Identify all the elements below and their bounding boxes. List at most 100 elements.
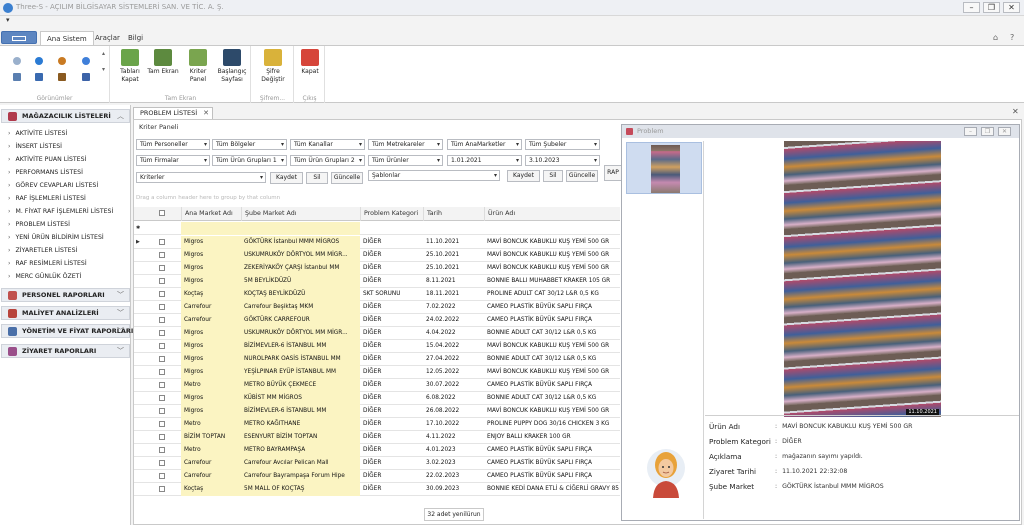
cell-ana-market[interactable]: Migros bbox=[181, 275, 241, 288]
cell-tarih[interactable]: 8.11.2021 bbox=[423, 275, 484, 288]
cell-ana-market[interactable]: Migros bbox=[181, 236, 241, 249]
row-checkbox[interactable] bbox=[159, 473, 165, 479]
cell-ana-market[interactable]: BİZİM TOPTAN bbox=[181, 431, 241, 444]
criteria-panel-button[interactable]: Kriter Panel bbox=[181, 49, 215, 84]
cell-problem-kategori[interactable]: DİĞER bbox=[360, 249, 423, 262]
sidebar-item-aktivite[interactable]: AKTİVİTE LİSTESİ bbox=[8, 130, 67, 137]
report-button[interactable]: RAP bbox=[604, 165, 622, 181]
cell-ana-market[interactable]: Migros bbox=[181, 405, 241, 418]
cell-tarih[interactable]: 4.04.2022 bbox=[423, 327, 484, 340]
table-row[interactable]: Koçtaş 5M MALL OF KOÇTAŞ DİĞER 30.09.2023 BO… bbox=[134, 483, 620, 496]
change-password-button[interactable]: Şifre Değiştir bbox=[256, 49, 290, 84]
cell-urun-adi[interactable]: PROLINE PUPPY DOG 30/16 CHICKEN 3 KG bbox=[484, 418, 620, 431]
section-personel[interactable]: PERSONEL RAPORLARI ﹀ bbox=[1, 288, 130, 302]
table-row[interactable]: Migros USKUMRUKÖY DÖRTYOL MM MİGR... DİĞER… bbox=[134, 327, 620, 340]
cell-urun-adi[interactable]: BONNIE ADULT CAT 30/12 L&R 0,5 KG bbox=[484, 392, 620, 405]
sidebar-item-insert[interactable]: İNSERT LİSTESİ bbox=[8, 143, 62, 150]
column-header-ana-market[interactable]: Ana Market Adı bbox=[181, 207, 241, 221]
cell-problem-kategori[interactable]: SKT SORUNU bbox=[360, 288, 423, 301]
cell-urun-adi[interactable]: MAVİ BONCUK KABUKLU KUŞ YEMİ 500 GR bbox=[484, 249, 620, 262]
start-date-field[interactable]: 1.01.2021 bbox=[447, 155, 522, 166]
table-row[interactable]: Metro METRO KAĞITHANE DİĞER 17.10.2022 PROLI… bbox=[134, 418, 620, 431]
row-checkbox[interactable] bbox=[159, 252, 165, 258]
full-screen-button[interactable]: Tam Ekran bbox=[146, 49, 180, 76]
row-checkbox[interactable] bbox=[159, 460, 165, 466]
table-row[interactable]: Migros USKUMRUKÖY DÖRTYOL MM MİGR... DİĞER… bbox=[134, 249, 620, 262]
sidebar-item-m-fiyat-raf[interactable]: M. FİYAT RAF İŞLEMLERİ LİSTESİ bbox=[8, 208, 113, 215]
cell-problem-kategori[interactable]: DİĞER bbox=[360, 483, 423, 496]
cell-tarih[interactable]: 30.07.2022 bbox=[423, 379, 484, 392]
table-row[interactable]: Carrefour Carrefour Bayrampaşa Forum Hipe… bbox=[134, 470, 620, 483]
start-page-button[interactable]: Başlangıç Sayfası bbox=[215, 49, 249, 84]
row-checkbox[interactable] bbox=[159, 408, 165, 414]
product-group2-filter[interactable]: Tüm Ürün Grupları 2 bbox=[290, 155, 365, 166]
view-icon-5[interactable] bbox=[13, 73, 21, 81]
area-filter[interactable]: Tüm Metrekareler bbox=[368, 139, 443, 150]
close-window-button[interactable]: ✕ bbox=[1003, 2, 1020, 13]
cell-sube-market[interactable]: USKUMRUKÖY DÖRTYOL MM MİGR... bbox=[241, 249, 360, 262]
scroll-up-icon[interactable]: ▴ bbox=[102, 50, 105, 57]
cell-ana-market[interactable]: Carrefour bbox=[181, 301, 241, 314]
row-checkbox[interactable] bbox=[159, 356, 165, 362]
filter-row[interactable]: ✱ bbox=[134, 222, 620, 235]
product-filter[interactable]: Tüm Ürünler bbox=[368, 155, 443, 166]
cell-ana-market[interactable]: Metro bbox=[181, 444, 241, 457]
close-document-icon[interactable]: ✕ bbox=[1012, 107, 1019, 116]
tab-ana-sistem[interactable]: Ana Sistem bbox=[40, 31, 94, 45]
cell-urun-adi[interactable]: MAVİ BONCUK KABUKLU KUŞ YEMİ 500 GR bbox=[484, 366, 620, 379]
cell-sube-market[interactable]: BİZİMEVLER-6 İSTANBUL MM bbox=[241, 405, 360, 418]
row-checkbox[interactable] bbox=[159, 434, 165, 440]
cell-sube-market[interactable]: KOÇTAŞ BEYLİKDÜZÜ bbox=[241, 288, 360, 301]
cell-sube-market[interactable]: METRO BÜYÜK ÇEKMECE bbox=[241, 379, 360, 392]
cell-tarih[interactable]: 3.02.2023 bbox=[423, 457, 484, 470]
table-row[interactable]: Migros ZEKERİYAKÖY ÇARŞI İstanbul MM DİĞER… bbox=[134, 262, 620, 275]
section-maliyet[interactable]: MALİYET ANALİZLERİ ﹀ bbox=[1, 306, 130, 320]
column-header-sube-market[interactable]: Şube Market Adı bbox=[241, 207, 360, 221]
view-icon-2[interactable] bbox=[35, 57, 43, 65]
cell-urun-adi[interactable]: MAVİ BONCUK KABUKLU KUŞ YEMİ 500 GR bbox=[484, 405, 620, 418]
table-row[interactable]: Koçtaş KOÇTAŞ BEYLİKDÜZÜ SKT SORUNU 18.11.2… bbox=[134, 288, 620, 301]
cell-sube-market[interactable]: ESENYURT BİZİM TOPTAN bbox=[241, 431, 360, 444]
column-header-problem-kategori[interactable]: Problem Kategori bbox=[360, 207, 423, 221]
cell-ana-market[interactable]: Carrefour bbox=[181, 470, 241, 483]
cell-tarih[interactable]: 30.09.2023 bbox=[423, 483, 484, 496]
cell-tarih[interactable]: 15.04.2022 bbox=[423, 340, 484, 353]
quick-access-dropdown-icon[interactable]: ▾ bbox=[6, 16, 10, 28]
close-tab-icon[interactable]: ✕ bbox=[203, 108, 209, 119]
cell-urun-adi[interactable]: CAMEO PLASTİK BÜYÜK SAPLI FIRÇA bbox=[484, 457, 620, 470]
cell-tarih[interactable]: 17.10.2022 bbox=[423, 418, 484, 431]
help-icon[interactable]: ? bbox=[1010, 33, 1014, 42]
table-row[interactable]: Carrefour GÖKTÜRK CARREFOUR DİĞER 24.02.202… bbox=[134, 314, 620, 327]
cell-ana-market[interactable]: Metro bbox=[181, 418, 241, 431]
cell-urun-adi[interactable]: PROLINE ADULT CAT 30/12 L&R 0,5 KG bbox=[484, 288, 620, 301]
cell-sube-market[interactable]: METRO KAĞITHANE bbox=[241, 418, 360, 431]
main-market-filter[interactable]: Tüm AnaMarketler bbox=[447, 139, 522, 150]
table-row[interactable]: Migros BİZİMEVLER-6 İSTANBUL MM DİĞER 15.04… bbox=[134, 340, 620, 353]
cell-ana-market[interactable]: Migros bbox=[181, 249, 241, 262]
update-criteria-button[interactable]: Güncelle bbox=[331, 172, 363, 184]
scroll-down-icon[interactable]: ▾ bbox=[102, 66, 105, 73]
cell-sube-market[interactable]: Carrefour Beşiktaş MKM bbox=[241, 301, 360, 314]
row-checkbox[interactable] bbox=[159, 343, 165, 349]
cell-urun-adi[interactable]: MAVİ BONCUK KABUKLU KUŞ YEMİ 500 GR bbox=[484, 236, 620, 249]
cell-sube-market[interactable]: NUROLPARK OASİS İSTANBUL MM bbox=[241, 353, 360, 366]
cell-ana-market[interactable]: Carrefour bbox=[181, 457, 241, 470]
tab-problem-listesi[interactable]: PROBLEM LİSTESİ ✕ bbox=[133, 107, 213, 119]
cell-sube-market[interactable]: ZEKERİYAKÖY ÇARŞI İstanbul MM bbox=[241, 262, 360, 275]
end-date-field[interactable]: 3.10.2023 bbox=[525, 155, 600, 166]
cell-tarih[interactable]: 22.02.2023 bbox=[423, 470, 484, 483]
cell-ana-market[interactable]: Koçtaş bbox=[181, 288, 241, 301]
table-row[interactable]: Carrefour Carrefour Avcılar Pelican Mall D… bbox=[134, 457, 620, 470]
cell-tarih[interactable]: 25.10.2021 bbox=[423, 262, 484, 275]
sidebar-item-gorev-cevaplari[interactable]: GÖREV CEVAPLARI LİSTESİ bbox=[8, 182, 98, 189]
cell-urun-adi[interactable]: MAVİ BONCUK KABUKLU KUŞ YEMİ 500 GR bbox=[484, 340, 620, 353]
section-ziyaret[interactable]: ZİYARET RAPORLARI ﹀ bbox=[1, 344, 130, 358]
cell-tarih[interactable]: 11.10.2021 bbox=[423, 236, 484, 249]
cell-ana-market[interactable]: Migros bbox=[181, 262, 241, 275]
cell-ana-market[interactable]: Migros bbox=[181, 340, 241, 353]
cell-urun-adi[interactable]: CAMEO PLASTİK BÜYÜK SAPLI FIRÇA bbox=[484, 379, 620, 392]
region-filter[interactable]: Tüm Bölgeler bbox=[212, 139, 287, 150]
cell-urun-adi[interactable]: MAVİ BONCUK KABUKLU KUŞ YEMİ 500 GR bbox=[484, 262, 620, 275]
cell-tarih[interactable]: 25.10.2021 bbox=[423, 249, 484, 262]
cell-sube-market[interactable]: 5M MALL OF KOÇTAŞ bbox=[241, 483, 360, 496]
